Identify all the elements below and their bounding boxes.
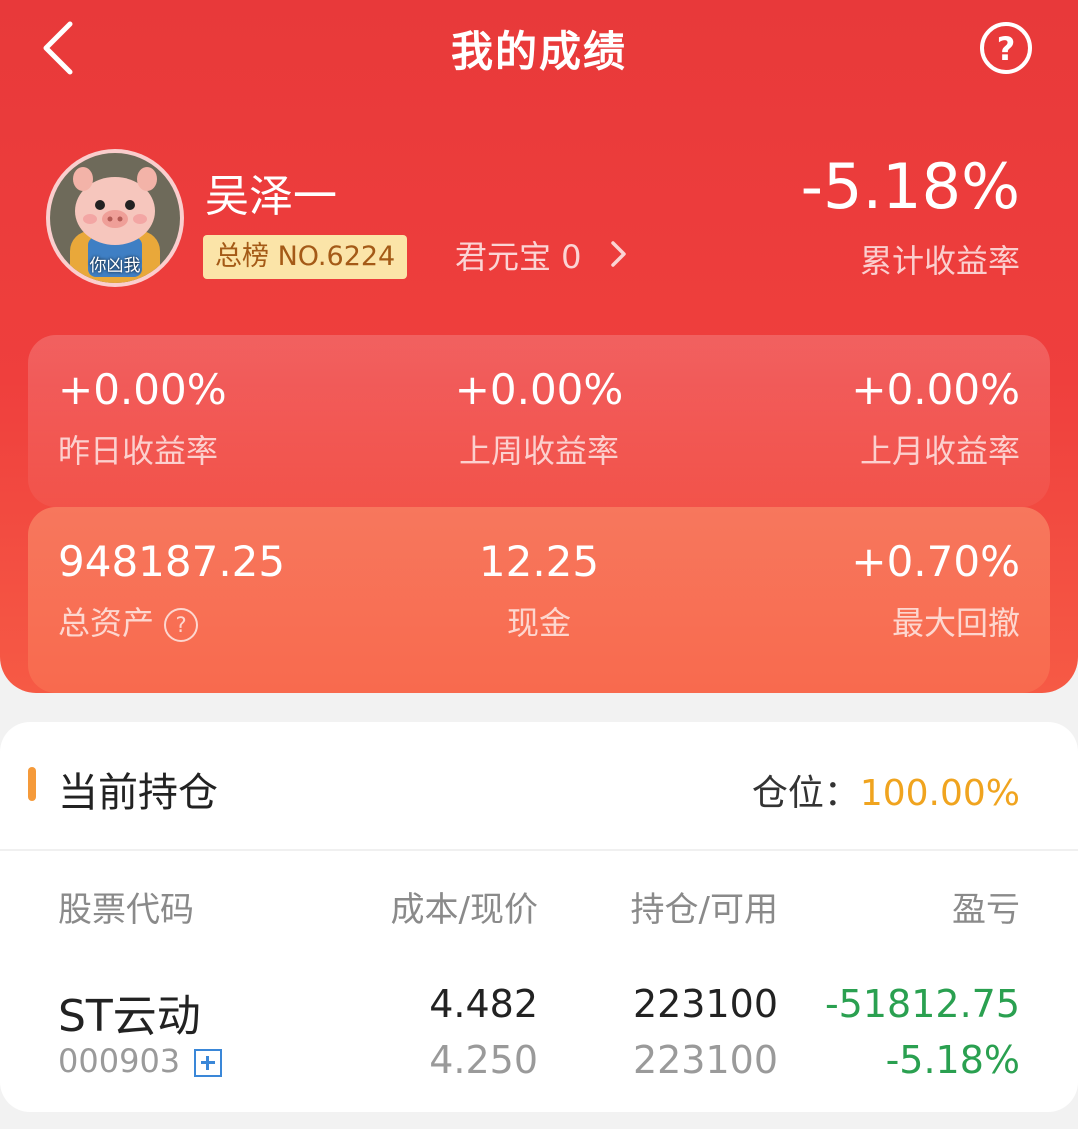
- section-accent-bar: [28, 767, 36, 801]
- available-qty: 223100: [632, 1038, 778, 1082]
- stat-label: 上月收益率: [859, 432, 1020, 470]
- position-ratio: 仓位：100.00%: [752, 764, 1020, 816]
- total-return-label: 累计收益率: [859, 242, 1020, 280]
- stock-name: ST云动: [58, 991, 201, 1042]
- column-header-cost-price: 成本/现价: [390, 890, 538, 930]
- current-price: 4.250: [429, 1038, 538, 1082]
- stat-value: +0.00%: [851, 365, 1020, 414]
- stock-code: 000903: [58, 1042, 181, 1080]
- assets-card: 948187.25 总资产? 12.25 现金 +0.70% 最大回撤: [28, 507, 1050, 693]
- stat-last-month: +0.00% 上月收益率: [851, 365, 1020, 472]
- rank-badge[interactable]: 总榜 NO.6224: [203, 235, 408, 279]
- username: 吴泽一: [205, 171, 337, 222]
- pnl-percent: -5.18%: [885, 1038, 1020, 1082]
- stat-max-drawdown: +0.70% 最大回撤: [851, 537, 1020, 644]
- holdings-title: 当前持仓: [58, 770, 218, 816]
- holding-qty: 223100: [632, 982, 778, 1026]
- cost-price: 4.482: [429, 982, 538, 1026]
- help-icon[interactable]: ?: [978, 20, 1034, 76]
- avatar[interactable]: 你凶我: [50, 153, 180, 283]
- column-header-stock: 股票代码: [58, 890, 194, 930]
- stat-label: 最大回撤: [891, 604, 1020, 642]
- svg-text:?: ?: [997, 30, 1016, 68]
- avatar-caption: 你凶我: [89, 256, 141, 276]
- table-row[interactable]: ST云动 000903 4.482 4.250 223100 223100 -5…: [0, 972, 1078, 1092]
- divider: [0, 849, 1078, 851]
- chevron-right-icon: [610, 237, 628, 281]
- page-title: 我的成绩: [450, 27, 627, 76]
- coin-balance-label: 君元宝 0: [455, 238, 582, 276]
- header-panel: 我的成绩 ? 你凶我 吴泽一 总榜 NO.6224 君元宝 0 -5.18% 累…: [0, 0, 1078, 693]
- holdings-card: 当前持仓 仓位：100.00% 股票代码 成本/现价 持仓/可用 盈亏 ST云动…: [0, 722, 1078, 1112]
- position-label: 仓位：: [751, 773, 860, 814]
- stock-code-cell: 000903: [58, 1042, 223, 1080]
- total-return-value: -5.18%: [800, 150, 1020, 223]
- add-watchlist-icon[interactable]: [194, 1049, 223, 1077]
- pnl-amount: -51812.75: [824, 982, 1020, 1026]
- column-header-holding: 持仓/可用: [630, 890, 778, 930]
- position-value: 100.00%: [859, 773, 1020, 814]
- column-header-pnl: 盈亏: [952, 890, 1020, 930]
- returns-card: +0.00% 昨日收益率 +0.00% 上周收益率 +0.00% 上月收益率: [28, 335, 1050, 507]
- stat-value: +0.70%: [851, 537, 1020, 586]
- coin-balance-link[interactable]: 君元宝 0: [455, 235, 628, 279]
